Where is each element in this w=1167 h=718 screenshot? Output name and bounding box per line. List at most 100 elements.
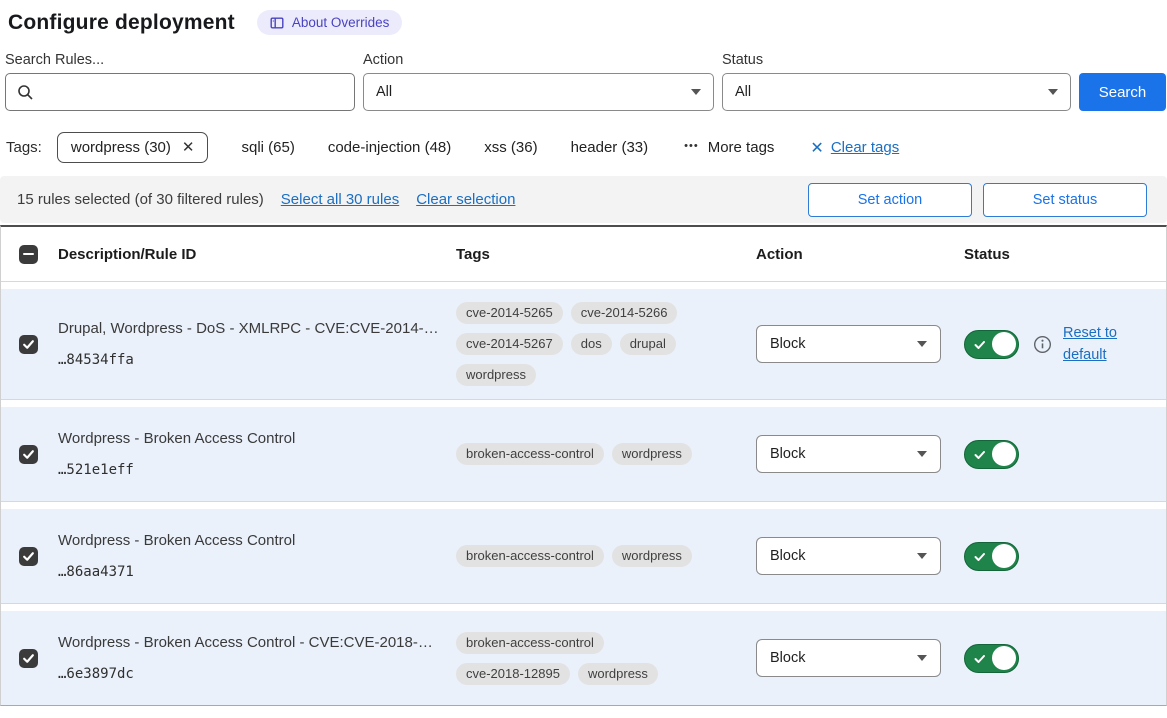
tag-pill: wordpress	[456, 364, 536, 386]
tag-pill: cve-2014-5267	[456, 333, 563, 355]
action-select-value: Block	[770, 446, 805, 462]
status-toggle[interactable]	[964, 330, 1019, 359]
search-button[interactable]: Search	[1079, 73, 1166, 111]
set-status-button[interactable]: Set status	[983, 183, 1147, 217]
indeterminate-icon	[23, 253, 34, 256]
more-tags-label: More tags	[708, 139, 775, 156]
tag-option-code-injection[interactable]: code-injection (48)	[328, 139, 451, 156]
more-tags-button[interactable]: ••• More tags	[684, 139, 774, 156]
tag-pill: dos	[571, 333, 612, 355]
filters-row: Search Rules... Action All Status All Se…	[5, 52, 1167, 111]
search-rules-label: Search Rules...	[5, 52, 355, 68]
tag-pill: drupal	[620, 333, 676, 355]
set-action-button[interactable]: Set action	[808, 183, 972, 217]
tag-pill: cve-2018-12895	[456, 663, 570, 685]
row-checkbox[interactable]	[19, 649, 38, 668]
action-filter-label: Action	[363, 52, 714, 68]
table-row-wrap: Wordpress - Broken Access Control - CVE:…	[1, 603, 1166, 705]
reset-to-default-link[interactable]: Reset to default	[1063, 322, 1127, 367]
row-checkbox[interactable]	[19, 547, 38, 566]
clear-tags-link[interactable]: ✕ Clear tags	[810, 138, 899, 158]
action-select-value: Block	[770, 548, 805, 564]
action-filter-value: All	[376, 84, 392, 100]
tag-option-sqli[interactable]: sqli (65)	[241, 139, 294, 156]
column-header-status: Status	[964, 246, 1166, 263]
action-select-value: Block	[770, 650, 805, 666]
selected-tag-wordpress[interactable]: wordpress (30) ✕	[57, 132, 209, 163]
status-toggle[interactable]	[964, 542, 1019, 571]
toggle-knob	[992, 646, 1016, 670]
tag-pill: wordpress	[612, 545, 692, 567]
rule-description: Drupal, Wordpress - DoS - XMLRPC - CVE:C…	[58, 320, 442, 339]
chevron-down-icon	[917, 341, 927, 347]
status-filter-select[interactable]: All	[722, 73, 1071, 111]
select-all-link[interactable]: Select all 30 rules	[281, 191, 399, 208]
action-filter-select[interactable]: All	[363, 73, 714, 111]
check-icon	[22, 652, 35, 665]
row-checkbox[interactable]	[19, 335, 38, 354]
column-header-action: Action	[756, 246, 964, 263]
chevron-down-icon	[917, 655, 927, 661]
row-tags: cve-2014-5265 cve-2014-5266 cve-2014-5267 d…	[456, 302, 756, 386]
ellipsis-icon: •••	[684, 140, 699, 152]
rule-id: …521e1eff	[58, 462, 442, 478]
action-select[interactable]: Block	[756, 435, 941, 473]
check-icon	[22, 550, 35, 563]
about-overrides-label: About Overrides	[292, 15, 390, 30]
tags-label: Tags:	[6, 139, 42, 156]
table-row-wrap: Drupal, Wordpress - DoS - XMLRPC - CVE:C…	[1, 281, 1166, 399]
tag-pill: cve-2014-5265	[456, 302, 563, 324]
chevron-down-icon	[691, 89, 701, 95]
check-icon	[22, 338, 35, 351]
tags-bar: Tags: wordpress (30) ✕ sqli (65) code-in…	[6, 132, 1167, 163]
status-toggle[interactable]	[964, 644, 1019, 673]
select-all-checkbox[interactable]	[19, 245, 38, 264]
chevron-down-icon	[1048, 89, 1058, 95]
action-filter-field: Action All	[363, 52, 714, 111]
clear-selection-link[interactable]: Clear selection	[416, 191, 515, 208]
check-icon	[974, 339, 986, 351]
tag-pill: broken-access-control	[456, 443, 604, 465]
info-icon[interactable]	[1033, 335, 1052, 354]
tag-option-header[interactable]: header (33)	[571, 139, 649, 156]
row-checkbox[interactable]	[19, 445, 38, 464]
row-tags: broken-access-controlcve-2018-12895wordp…	[456, 632, 756, 685]
table-row-wrap: Wordpress - Broken Access Control …521e1…	[1, 399, 1166, 501]
about-overrides-button[interactable]: About Overrides	[257, 10, 403, 35]
status-toggle[interactable]	[964, 440, 1019, 469]
search-rules-field: Search Rules...	[5, 52, 355, 111]
tag-pill: cve-2014-5266	[571, 302, 678, 324]
chevron-down-icon	[917, 553, 927, 559]
status-filter-value: All	[735, 84, 751, 100]
toggle-knob	[992, 332, 1016, 356]
rule-description: Wordpress - Broken Access Control - CVE:…	[58, 634, 442, 653]
row-tags: broken-access-controlwordpress	[456, 545, 756, 567]
page-title: Configure deployment	[8, 11, 235, 35]
action-select[interactable]: Block	[756, 537, 941, 575]
check-icon	[974, 449, 986, 461]
selection-summary: 15 rules selected (of 30 filtered rules)	[17, 191, 264, 208]
selected-tag-label: wordpress (30)	[71, 139, 171, 156]
rule-description: Wordpress - Broken Access Control	[58, 532, 442, 551]
rule-description: Wordpress - Broken Access Control	[58, 430, 442, 449]
search-input-wrap	[5, 73, 355, 111]
table-row-wrap: Wordpress - Broken Access Control …86aa4…	[1, 501, 1166, 603]
page-header: Configure deployment About Overrides	[8, 10, 1167, 35]
rule-id: …6e3897dc	[58, 666, 442, 682]
table-body: Drupal, Wordpress - DoS - XMLRPC - CVE:C…	[1, 281, 1166, 705]
table-row: Wordpress - Broken Access Control - CVE:…	[1, 611, 1166, 705]
bulk-actions: Set action Set status	[808, 183, 1147, 217]
action-select[interactable]: Block	[756, 639, 941, 677]
clear-tags-label: Clear tags	[831, 139, 899, 156]
toggle-knob	[992, 544, 1016, 568]
chevron-down-icon	[917, 451, 927, 457]
tag-option-xss[interactable]: xss (36)	[484, 139, 537, 156]
action-select[interactable]: Block	[756, 325, 941, 363]
check-icon	[22, 448, 35, 461]
search-input[interactable]	[6, 74, 354, 110]
book-icon	[270, 16, 284, 30]
table-row: Wordpress - Broken Access Control …521e1…	[1, 407, 1166, 501]
tag-pill: wordpress	[612, 443, 692, 465]
remove-tag-icon[interactable]: ✕	[182, 140, 195, 155]
table-row: Drupal, Wordpress - DoS - XMLRPC - CVE:C…	[1, 289, 1166, 399]
